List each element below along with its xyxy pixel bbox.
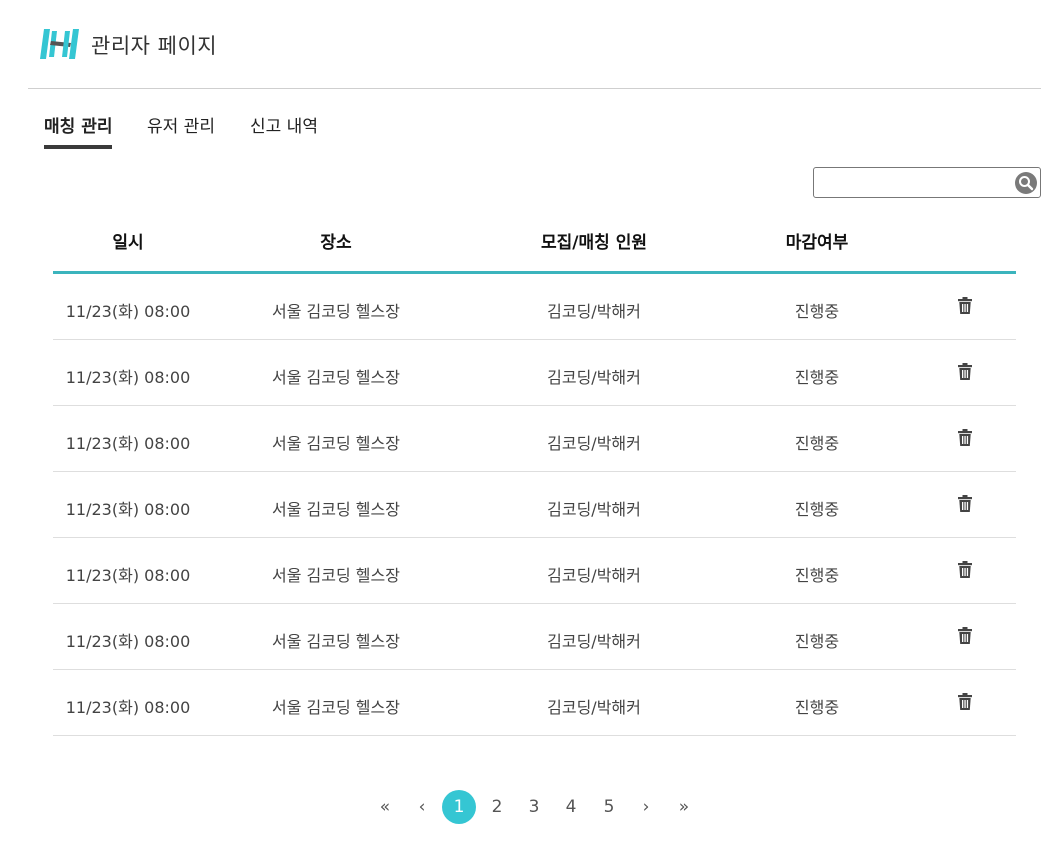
trash-icon[interactable] (958, 495, 972, 512)
cell-place: 서울 김코딩 헬스장 (272, 500, 400, 519)
cell-date: 11/23(화) 08:00 (65, 368, 191, 387)
table-row[interactable]: 11/23(화) 08:00 서울 김코딩 헬스장 김코딩/박해커 진행중 (53, 406, 1016, 472)
cell-members: 김코딩/박해커 (547, 632, 641, 651)
tab-reports[interactable]: 신고 내역 (250, 112, 318, 145)
cell-date: 11/23(화) 08:00 (65, 698, 191, 717)
cell-members: 김코딩/박해커 (547, 434, 641, 453)
search-button[interactable] (1015, 172, 1037, 194)
cell-members: 김코딩/박해커 (547, 698, 641, 717)
search-input[interactable] (814, 168, 1010, 197)
trash-icon[interactable] (958, 429, 972, 446)
column-header-place: 장소 (320, 233, 352, 253)
cell-place: 서울 김코딩 헬스장 (272, 302, 400, 321)
table-row[interactable]: 11/23(화) 08:00 서울 김코딩 헬스장 김코딩/박해커 진행중 (53, 274, 1016, 340)
page-button-3[interactable]: 3 (517, 790, 551, 824)
cell-status: 진행중 (794, 632, 840, 651)
cell-place: 서울 김코딩 헬스장 (272, 434, 400, 453)
page-button-2[interactable]: 2 (480, 790, 514, 824)
cell-date: 11/23(화) 08:00 (65, 566, 191, 585)
search-box (813, 167, 1041, 198)
prev-page-button[interactable]: ‹ (405, 790, 439, 824)
trash-icon[interactable] (958, 363, 972, 380)
cell-status: 진행중 (794, 368, 840, 387)
matching-table: 일시 장소 모집/매칭 인원 마감여부 11/23(화) 08:00 서울 김코딩… (53, 220, 1016, 736)
cell-status: 진행중 (794, 698, 840, 717)
app-header: 관리자 페이지 (28, 0, 1041, 89)
table-row[interactable]: 11/23(화) 08:00 서울 김코딩 헬스장 김코딩/박해커 진행중 (53, 670, 1016, 736)
column-header-members: 모집/매칭 인원 (541, 233, 647, 253)
cell-status: 진행중 (794, 566, 840, 585)
cell-members: 김코딩/박해커 (547, 368, 641, 387)
table-body: 11/23(화) 08:00 서울 김코딩 헬스장 김코딩/박해커 진행중 11/23(… (53, 274, 1016, 736)
cell-status: 진행중 (794, 434, 840, 453)
cell-status: 진행중 (794, 500, 840, 519)
cell-date: 11/23(화) 08:00 (65, 434, 191, 453)
cell-place: 서울 김코딩 헬스장 (272, 698, 400, 717)
table-row[interactable]: 11/23(화) 08:00 서울 김코딩 헬스장 김코딩/박해커 진행중 (53, 472, 1016, 538)
page-title: 관리자 페이지 (91, 34, 218, 58)
page-button-1[interactable]: 1 (442, 790, 476, 824)
table-row[interactable]: 11/23(화) 08:00 서울 김코딩 헬스장 김코딩/박해커 진행중 (53, 604, 1016, 670)
table-row[interactable]: 11/23(화) 08:00 서울 김코딩 헬스장 김코딩/박해커 진행중 (53, 340, 1016, 406)
table-header: 일시 장소 모집/매칭 인원 마감여부 (53, 220, 1016, 274)
cell-members: 김코딩/박해커 (547, 500, 641, 519)
column-header-status: 마감여부 (785, 233, 849, 253)
cell-date: 11/23(화) 08:00 (65, 500, 191, 519)
pagination: « ‹ 1 2 3 4 5 › » (0, 790, 1061, 824)
cell-place: 서울 김코딩 헬스장 (272, 566, 400, 585)
cell-date: 11/23(화) 08:00 (65, 632, 191, 651)
trash-icon[interactable] (958, 627, 972, 644)
column-header-date: 일시 (112, 233, 144, 253)
trash-icon[interactable] (958, 561, 972, 578)
page-button-5[interactable]: 5 (592, 790, 626, 824)
cell-status: 진행중 (794, 302, 840, 321)
page-button-4[interactable]: 4 (554, 790, 588, 824)
tab-users[interactable]: 유저 관리 (147, 112, 215, 145)
cell-members: 김코딩/박해커 (547, 302, 641, 321)
last-page-button[interactable]: » (667, 790, 701, 824)
table-row[interactable]: 11/23(화) 08:00 서울 김코딩 헬스장 김코딩/박해커 진행중 (53, 538, 1016, 604)
tab-matching[interactable]: 매칭 관리 (44, 112, 113, 149)
search-icon (1019, 176, 1034, 191)
next-page-button[interactable]: › (629, 790, 663, 824)
cell-place: 서울 김코딩 헬스장 (272, 368, 400, 387)
app-logo-icon[interactable] (39, 27, 81, 61)
cell-date: 11/23(화) 08:00 (65, 302, 191, 321)
cell-place: 서울 김코딩 헬스장 (272, 632, 400, 651)
first-page-button[interactable]: « (368, 790, 402, 824)
trash-icon[interactable] (958, 297, 972, 314)
trash-icon[interactable] (958, 693, 972, 710)
cell-members: 김코딩/박해커 (547, 566, 641, 585)
